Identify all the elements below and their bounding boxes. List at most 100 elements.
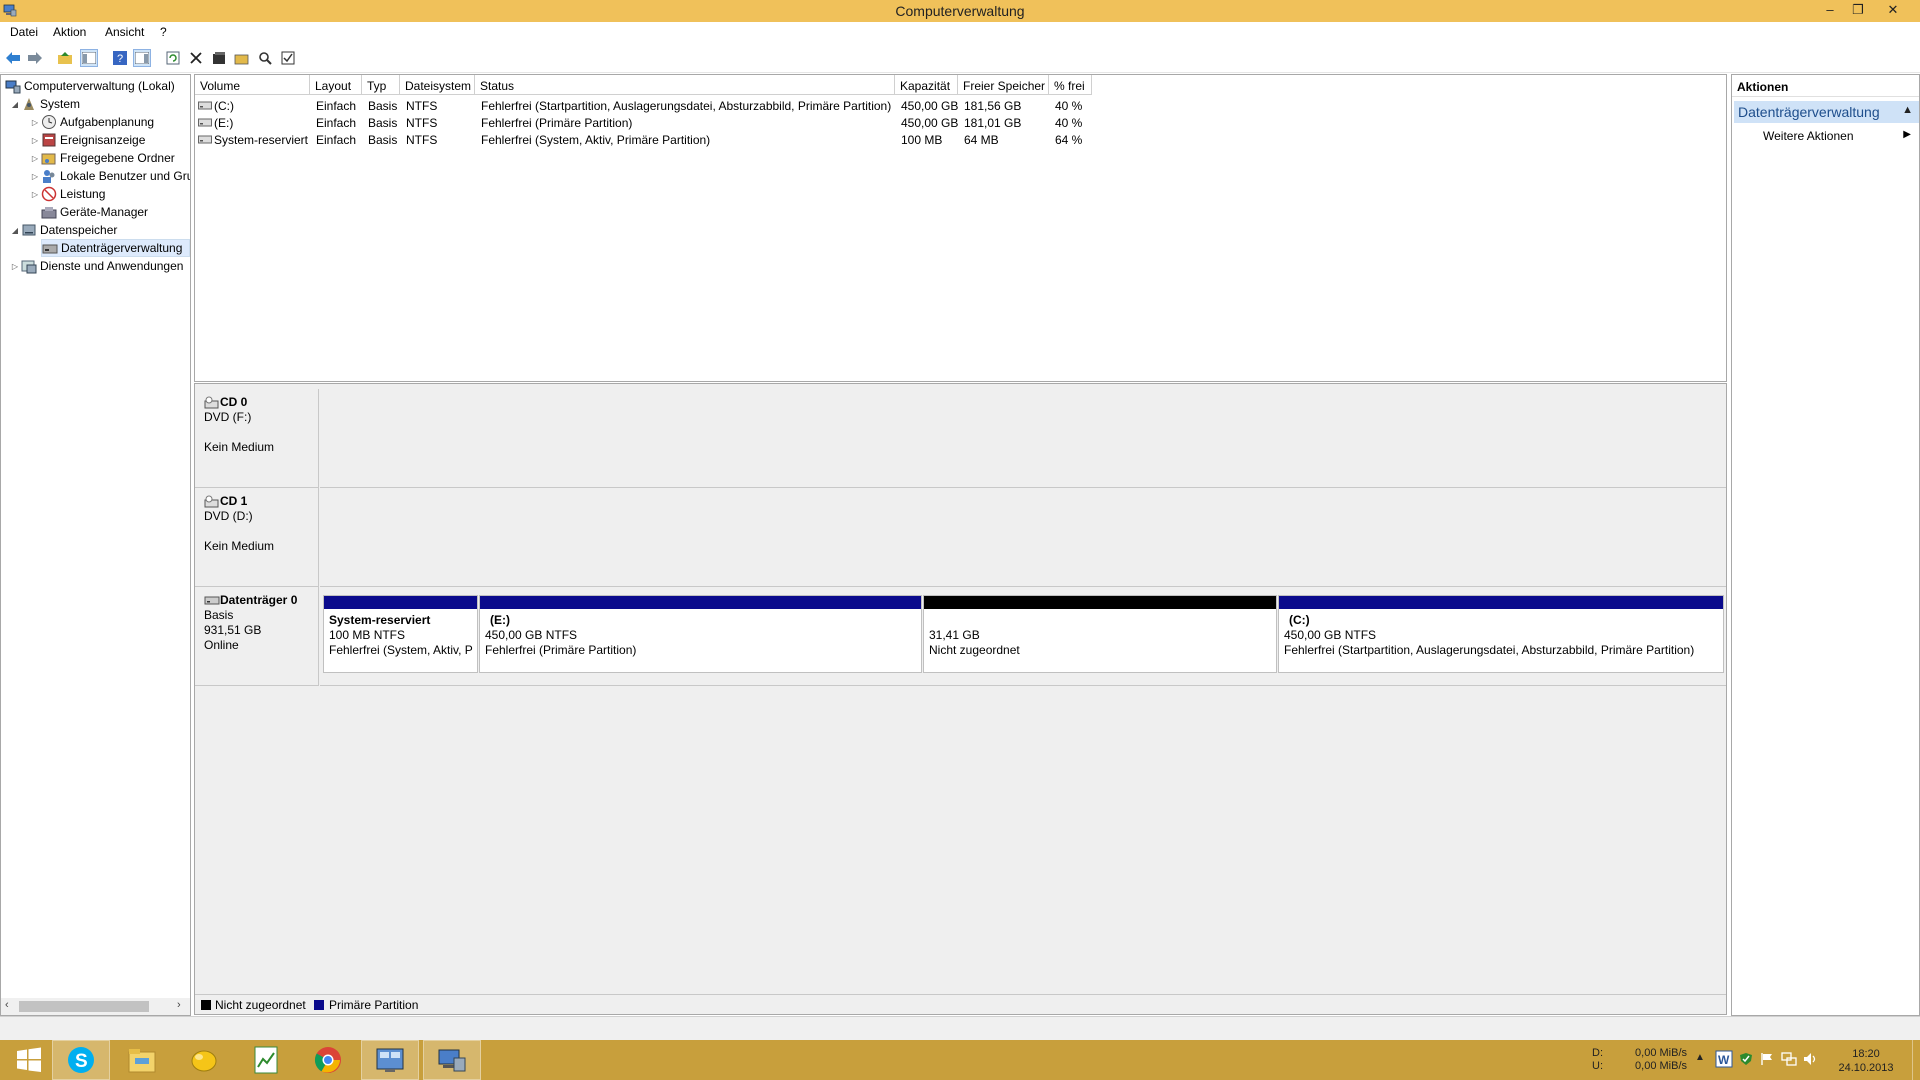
partition-status: Fehlerfrei (Startpartition, Auslagerungs… (1284, 643, 1695, 657)
expand-arrow-icon[interactable]: ▷ (9, 262, 21, 271)
tray-show-hidden-icon[interactable]: ▲ (1695, 1052, 1705, 1080)
taskbar-app-green[interactable] (237, 1040, 295, 1080)
scroll-left-icon[interactable]: ‹ (5, 999, 9, 1011)
column-header-freier-speicher[interactable]: Freier Speicher (958, 75, 1049, 95)
tree-item-datentraegerverwaltung[interactable]: Datenträgerverwaltung (41, 239, 190, 257)
tree-item-label: System (40, 97, 81, 111)
column-header-layout[interactable]: Layout (310, 75, 362, 95)
actions-section-datentraegerverwaltung[interactable]: Datenträgerverwaltung ▲ (1734, 101, 1919, 123)
table-row[interactable]: (E:) Einfach Basis NTFS Fehlerfrei (Prim… (195, 114, 1726, 131)
computer-management-icon (5, 78, 21, 94)
refresh-button[interactable] (164, 49, 182, 67)
volume-icon[interactable] (1803, 1052, 1819, 1080)
taskbar-skype[interactable]: S (52, 1040, 110, 1080)
taskbar-chrome[interactable] (299, 1040, 357, 1080)
partition-bar (480, 596, 921, 609)
shield-check-icon[interactable] (1739, 1052, 1753, 1080)
tree-item-leistung[interactable]: ▷ Leistung (29, 185, 105, 203)
collapse-arrow-icon[interactable]: ◢ (9, 226, 21, 235)
column-header-dateisystem[interactable]: Dateisystem (400, 75, 475, 95)
show-action-pane-button[interactable] (133, 49, 151, 67)
network-icon[interactable] (1781, 1052, 1797, 1080)
tree-item-lokale-benutzer[interactable]: ▷ Lokale Benutzer und Gruppen (29, 167, 190, 185)
column-header-prozent-frei[interactable]: % frei (1049, 75, 1092, 95)
menu-aktion[interactable]: Aktion (53, 25, 86, 39)
restore-button[interactable]: ❐ (1844, 0, 1872, 22)
status-bar (0, 1016, 1920, 1040)
checklist-icon (281, 51, 295, 65)
tray-clock[interactable]: 18:20 24.10.2013 (1838, 1047, 1894, 1080)
tree-item-system[interactable]: ◢ System (9, 95, 80, 113)
disk-info[interactable]: CD 1 DVD (D:) Kein Medium (195, 488, 319, 587)
menu-ansicht[interactable]: Ansicht (105, 25, 144, 39)
search-button[interactable] (256, 49, 274, 67)
forward-button[interactable] (26, 49, 44, 67)
taskbar-control-panel[interactable] (361, 1040, 419, 1080)
partition-c[interactable]: (C:) 450,00 GB NTFS Fehlerfrei (Startpar… (1278, 595, 1724, 673)
taskbar-explorer[interactable] (113, 1040, 171, 1080)
tree-item-geraete-manager[interactable]: Geräte-Manager (41, 203, 148, 221)
tree-item-dienste[interactable]: ▷ Dienste und Anwendungen (9, 257, 183, 275)
partition-e[interactable]: (E:) 450,00 GB NTFS Fehlerfrei (Primäre … (479, 595, 922, 673)
table-row[interactable]: (C:) Einfach Basis NTFS Fehlerfrei (Star… (195, 97, 1726, 114)
scroll-right-icon[interactable]: › (177, 999, 181, 1011)
tray-disk-label: D: (1592, 1047, 1603, 1059)
partition-size: 100 MB NTFS (329, 628, 406, 642)
tree-root[interactable]: Computerverwaltung (Lokal) (5, 77, 175, 95)
help-button[interactable]: ? (111, 49, 129, 67)
properties-icon (213, 52, 225, 64)
word-icon[interactable]: W (1715, 1050, 1733, 1080)
collapse-up-icon[interactable]: ▲ (1902, 104, 1913, 116)
expand-arrow-icon[interactable]: ▷ (29, 118, 41, 127)
disk-info[interactable]: CD 0 DVD (F:) Kein Medium (195, 389, 319, 488)
windows-logo-icon (17, 1047, 41, 1072)
tree-item-ereignisanzeige[interactable]: ▷ Ereignisanzeige (29, 131, 145, 149)
collapse-arrow-icon[interactable]: ◢ (9, 100, 21, 109)
refresh-icon (166, 51, 180, 65)
scrollbar-thumb[interactable] (19, 1001, 149, 1012)
tree-item-aufgabenplanung[interactable]: ▷ Aufgabenplanung (29, 113, 154, 131)
expand-arrow-icon[interactable]: ▷ (29, 136, 41, 145)
properties-button[interactable] (210, 49, 228, 67)
tree-item-label: Aufgabenplanung (60, 115, 155, 129)
flag-icon[interactable] (1760, 1052, 1774, 1080)
column-header-kapazitaet[interactable]: Kapazität (895, 75, 958, 95)
table-row[interactable]: System-reserviert Einfach Basis NTFS Feh… (195, 131, 1726, 148)
forward-arrow-icon (28, 52, 42, 64)
disk-info[interactable]: Datenträger 0 Basis 931,51 GB Online (195, 587, 319, 686)
more-actions-item[interactable]: Weitere Aktionen (1763, 129, 1854, 143)
tray-disk-rates: 0,00 MiB/s 0,00 MiB/s (1635, 1047, 1687, 1080)
column-header-volume[interactable]: Volume (195, 75, 310, 95)
disk-row-cd1[interactable]: CD 1 DVD (D:) Kein Medium (195, 488, 1726, 587)
back-button[interactable] (4, 49, 22, 67)
delete-button[interactable] (187, 49, 205, 67)
menu-help[interactable]: ? (160, 25, 167, 39)
svg-text:?: ? (117, 53, 123, 65)
tree-item-freigegebene-ordner[interactable]: ▷ Freigegebene Ordner (29, 149, 175, 167)
close-button[interactable]: ✕ (1879, 0, 1907, 22)
disk-row-disk0[interactable]: Datenträger 0 Basis 931,51 GB Online Sys… (195, 587, 1726, 686)
tree-item-datenspeicher[interactable]: ◢ Datenspeicher (9, 221, 117, 239)
disk-row-cd0[interactable]: CD 0 DVD (F:) Kein Medium (195, 389, 1726, 488)
show-desktop-button[interactable] (1912, 1040, 1920, 1080)
open-button[interactable] (233, 49, 251, 67)
partition-unallocated[interactable]: 31,41 GB Nicht zugeordnet (923, 595, 1277, 673)
menu-datei[interactable]: Datei (10, 25, 38, 39)
taskbar-computer-management[interactable] (423, 1040, 481, 1080)
minimize-button[interactable]: – (1816, 0, 1844, 22)
tray-disk-label: U: (1592, 1060, 1603, 1072)
taskbar-app-yellow[interactable] (175, 1040, 233, 1080)
tree-horizontal-scrollbar[interactable]: ‹ › (1, 998, 190, 1015)
column-header-status[interactable]: Status (475, 75, 895, 95)
expand-arrow-icon[interactable]: ▷ (29, 172, 41, 181)
expand-arrow-icon[interactable]: ▷ (29, 190, 41, 199)
up-folder-button[interactable] (56, 49, 74, 67)
partition-system-reserved[interactable]: System-reserviert 100 MB NTFS Fehlerfrei… (323, 595, 478, 673)
start-button[interactable] (0, 1040, 58, 1080)
show-tree-button[interactable] (80, 49, 98, 67)
submenu-arrow-icon[interactable]: ▶ (1903, 129, 1911, 140)
column-header-typ[interactable]: Typ (362, 75, 400, 95)
disk-type: Basis (204, 608, 234, 622)
check-button[interactable] (279, 49, 297, 67)
expand-arrow-icon[interactable]: ▷ (29, 154, 41, 163)
